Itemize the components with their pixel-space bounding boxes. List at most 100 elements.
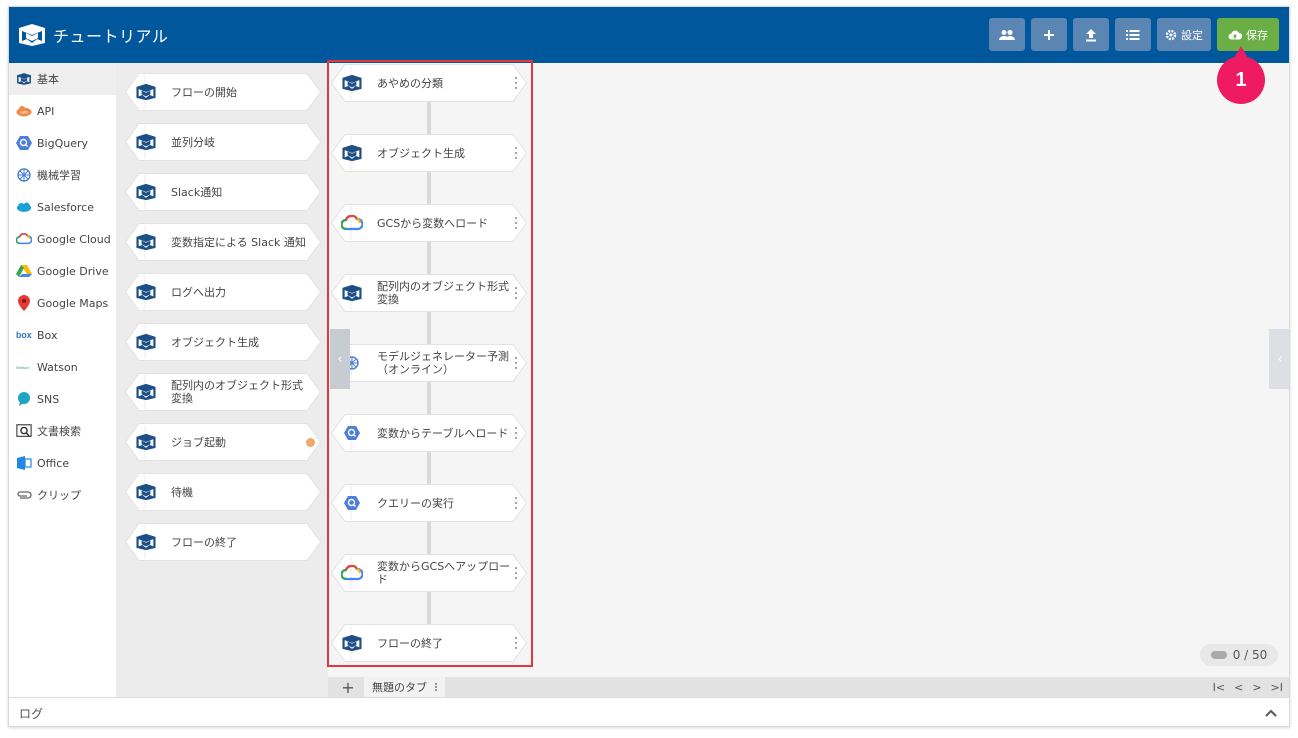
- category-label: クリップ: [37, 489, 81, 502]
- category-item[interactable]: Google Cloud: [9, 223, 116, 255]
- palette-item[interactable]: フローの開始: [125, 73, 321, 111]
- category-sidebar: 基本 API API BigQuery 機械学習 Salesforce Google Clo…: [9, 63, 116, 697]
- category-label: Salesforce: [37, 200, 94, 214]
- category-item[interactable]: クリップ: [9, 479, 116, 511]
- blocks-icon: [135, 482, 157, 502]
- log-label: ログ: [19, 706, 44, 721]
- category-item[interactable]: 基本: [9, 63, 116, 95]
- upload-icon: [1085, 28, 1097, 42]
- blocks-icon: [135, 132, 157, 152]
- expand-log-button[interactable]: [1265, 705, 1277, 721]
- palette-item[interactable]: ジョブ起動: [125, 423, 321, 461]
- expand-panel-button[interactable]: ‹: [1269, 329, 1289, 389]
- blocks-icon: [135, 182, 157, 202]
- app-window: チュートリアル 設定 保存 基本 API API BigQuery 機械学習 Salesfo…: [8, 6, 1290, 727]
- prev-page-button[interactable]: <: [1234, 681, 1243, 694]
- tab-bar: + 無題のタブ I< < > >I: [328, 677, 1289, 697]
- category-label: Google Maps: [37, 296, 109, 310]
- category-item[interactable]: Office: [9, 447, 116, 479]
- palette-item[interactable]: 待機: [125, 473, 321, 511]
- category-label: 機械学習: [37, 169, 81, 182]
- category-item[interactable]: box Box: [9, 319, 116, 351]
- list-button[interactable]: [1115, 18, 1151, 51]
- add-tab-button[interactable]: +: [338, 677, 358, 697]
- blocks-icon: [135, 332, 157, 352]
- counter-pill-icon: [1210, 651, 1227, 659]
- palette-item-label: フローの終了: [171, 535, 237, 549]
- category-item[interactable]: SNS: [9, 383, 116, 415]
- category-item[interactable]: BigQuery: [9, 127, 116, 159]
- category-label: Google Drive: [37, 264, 109, 278]
- blocks-icon: [135, 382, 157, 402]
- component-palette: フローの開始並列分岐 Slack通知変数指定による Slack 通知ログへ出力オブ…: [116, 63, 328, 697]
- palette-item-label: 待機: [171, 485, 193, 499]
- chat-icon: [16, 391, 32, 407]
- next-page-button[interactable]: >: [1252, 681, 1261, 694]
- settings-button[interactable]: 設定: [1157, 18, 1211, 51]
- palette-item[interactable]: Slack通知: [125, 173, 321, 211]
- category-label: API: [37, 104, 55, 118]
- highlight-frame: [327, 60, 533, 667]
- palette-item-label: フローの開始: [171, 85, 237, 99]
- blocks-icon: [16, 71, 32, 87]
- users-button[interactable]: [989, 18, 1025, 51]
- category-label: Watson: [37, 360, 78, 374]
- tab-pager: I< < > >I: [1213, 677, 1283, 697]
- blocks-icon: [135, 432, 157, 452]
- category-item[interactable]: Salesforce: [9, 191, 116, 223]
- category-item[interactable]: 機械学習: [9, 159, 116, 191]
- salesforce-icon: [16, 199, 32, 215]
- category-item[interactable]: 文書検索: [9, 415, 116, 447]
- palette-item[interactable]: フローの終了: [125, 523, 321, 561]
- plus-icon: [1043, 29, 1055, 41]
- office-icon: [16, 455, 32, 471]
- document-search-icon: [16, 423, 32, 439]
- svg-text:Watson: Watson: [16, 365, 29, 370]
- palette-item[interactable]: オブジェクト生成: [125, 323, 321, 361]
- category-item[interactable]: Google Drive: [9, 255, 116, 287]
- tab-menu-icon[interactable]: [435, 683, 437, 691]
- collapse-palette-button[interactable]: ‹: [330, 329, 350, 389]
- category-label: Office: [37, 456, 70, 470]
- palette-item-label: ログへ出力: [171, 285, 226, 299]
- bigquery-icon: [16, 135, 32, 151]
- palette-item[interactable]: 配列内のオブジェクト形式変換: [125, 373, 321, 411]
- category-item[interactable]: Google Maps: [9, 287, 116, 319]
- first-page-button[interactable]: I<: [1213, 681, 1225, 694]
- counter-text: 0 / 50: [1232, 648, 1268, 662]
- chevron-left-icon: ‹: [1277, 351, 1283, 367]
- status-dot-icon: [306, 438, 315, 447]
- category-label: Box: [37, 328, 58, 342]
- annotation-badge: 1: [1217, 46, 1265, 104]
- app-title: チュートリアル: [53, 27, 169, 46]
- upload-button[interactable]: [1073, 18, 1109, 51]
- paperclip-icon: [16, 487, 32, 503]
- palette-item[interactable]: 変数指定による Slack 通知: [125, 223, 321, 261]
- log-panel: ログ: [9, 697, 1289, 726]
- tab-label: 無題のタブ: [372, 681, 427, 694]
- last-page-button[interactable]: >I: [1271, 681, 1283, 694]
- cloud-upload-icon: [1228, 30, 1242, 40]
- category-label: 基本: [37, 73, 59, 86]
- category-label: BigQuery: [37, 136, 89, 150]
- category-label: SNS: [37, 392, 60, 406]
- blocks-icon: [135, 532, 157, 552]
- blocks-icon: [135, 82, 157, 102]
- palette-item[interactable]: 並列分岐: [125, 123, 321, 161]
- watson-icon: Watson: [16, 359, 32, 375]
- step-counter: 0 / 50: [1200, 644, 1278, 666]
- add-button[interactable]: [1031, 18, 1067, 51]
- map-pin-icon: [16, 295, 32, 311]
- app-logo-icon: [19, 24, 45, 46]
- palette-item[interactable]: ログへ出力: [125, 273, 321, 311]
- blocks-icon: [135, 282, 157, 302]
- brain-icon: [16, 167, 32, 183]
- chevron-up-icon: [1265, 709, 1277, 717]
- category-item[interactable]: Watson Watson: [9, 351, 116, 383]
- category-item[interactable]: API API: [9, 95, 116, 127]
- google-cloud-icon: [16, 231, 32, 247]
- palette-item-label: 配列内のオブジェクト形式変換: [171, 379, 303, 405]
- palette-item-label: Slack通知: [171, 185, 223, 199]
- category-label: 文書検索: [37, 425, 81, 438]
- tab-untitled[interactable]: 無題のタブ: [364, 677, 445, 697]
